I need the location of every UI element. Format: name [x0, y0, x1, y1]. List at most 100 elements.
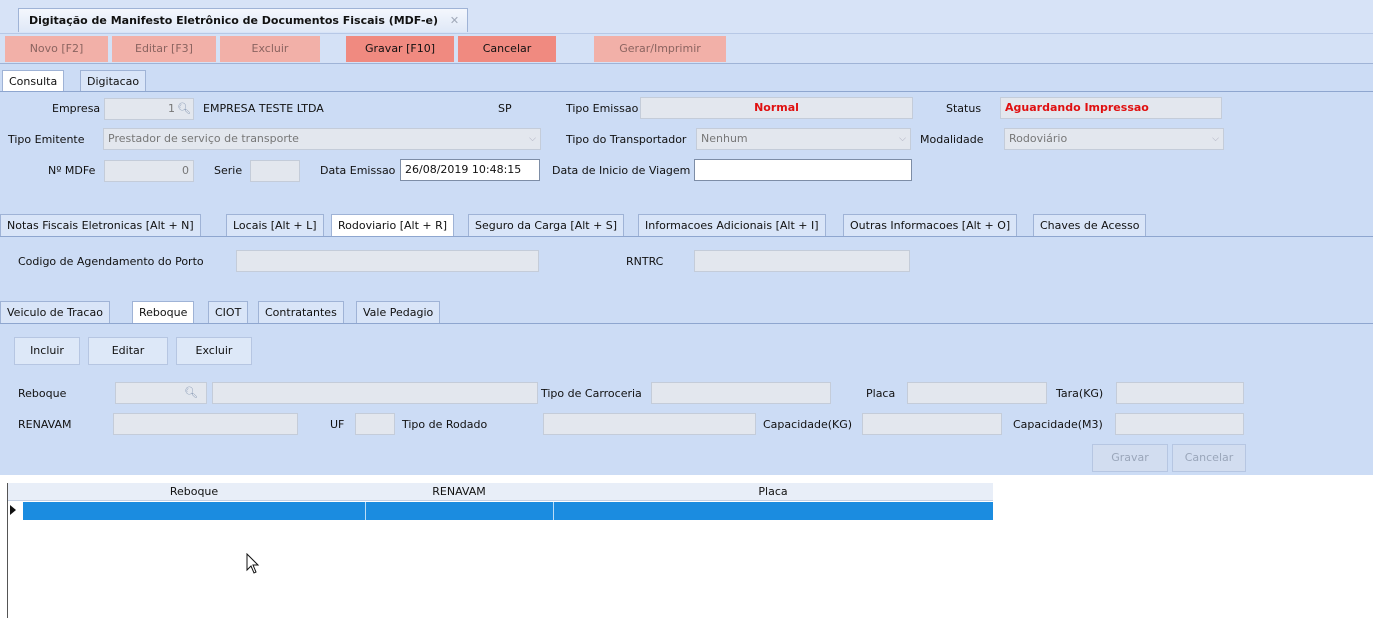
modalidade-select[interactable]: Rodoviário ⌵	[1004, 128, 1224, 150]
tipo-emissao-value: Normal	[754, 101, 799, 114]
chevron-down-icon: ⌵	[1212, 134, 1219, 144]
tab-veiculo-tracao[interactable]: Veiculo de Tracao	[0, 301, 110, 323]
placa-label: Placa	[866, 387, 896, 400]
incluir-button[interactable]: Incluir	[14, 337, 80, 365]
status-label: Status	[946, 102, 982, 115]
reboque-label: Reboque	[18, 387, 67, 400]
tara-field[interactable]	[1116, 382, 1244, 404]
tipo-carroceria-label: Tipo de Carroceria	[541, 387, 642, 400]
lookup-icon[interactable]: 🔍︎	[177, 102, 191, 116]
tab-contratantes[interactable]: Contratantes	[258, 301, 344, 323]
tipo-carroceria-field[interactable]	[651, 382, 831, 404]
reboque-gravar-button[interactable]: Gravar	[1092, 444, 1168, 472]
renavam-label: RENAVAM	[18, 418, 72, 431]
grid-left-border	[7, 483, 8, 618]
reboque-cancelar-button[interactable]: Cancelar	[1172, 444, 1246, 472]
cell-divider	[553, 502, 554, 520]
document-tab[interactable]: Digitação de Manifesto Eletrônico de Doc…	[18, 8, 468, 32]
tab-consulta[interactable]: Consulta	[2, 70, 65, 92]
empresa-name: EMPRESA TESTE LTDA	[203, 102, 324, 115]
tab-rodoviario[interactable]: Rodoviario [Alt + R]	[331, 214, 455, 236]
capacidade-m3-label: Capacidade(M3)	[1013, 418, 1103, 431]
tipo-transportador-value: Nenhum	[701, 132, 748, 145]
reboque-description-field[interactable]	[212, 382, 538, 404]
rntrc-label: RNTRC	[626, 255, 664, 268]
empresa-uf: SP	[498, 102, 512, 115]
excluir-button[interactable]: Excluir	[176, 337, 252, 365]
tipo-emitente-value: Prestador de serviço de transporte	[108, 132, 299, 145]
tab-outras-informacoes[interactable]: Outras Informacoes [Alt + O]	[843, 214, 1018, 236]
capacidade-kg-label: Capacidade(KG)	[763, 418, 853, 431]
document-tab-title: Digitação de Manifesto Eletrônico de Doc…	[29, 14, 439, 27]
capacidade-m3-field[interactable]	[1115, 413, 1244, 435]
tipo-transportador-select[interactable]: Nenhum ⌵	[696, 128, 911, 150]
capacidade-kg-field[interactable]	[862, 413, 1002, 435]
main-tabs-divider	[0, 91, 1373, 92]
edit-button[interactable]: Editar [F3]	[112, 36, 216, 62]
column-header-reboque[interactable]: Reboque	[23, 483, 365, 501]
nmdfe-label: Nº MDFe	[48, 164, 96, 177]
empresa-code-value: 1	[168, 102, 175, 115]
tipo-emitente-select[interactable]: Prestador de serviço de transporte ⌵	[103, 128, 541, 150]
nmdfe-field[interactable]: 0	[104, 160, 194, 182]
tara-label: Tara(KG)	[1056, 387, 1104, 400]
table-row[interactable]	[23, 502, 993, 520]
lookup-icon[interactable]: 🔍︎	[184, 386, 198, 400]
tab-notas-fiscais[interactable]: Notas Fiscais Eletronicas [Alt + N]	[0, 214, 201, 236]
rntrc-field[interactable]	[694, 250, 910, 272]
data-inicio-label: Data de Inicio de Viagem	[552, 164, 691, 177]
empresa-label: Empresa	[52, 102, 101, 115]
save-button[interactable]: Gravar [F10]	[346, 36, 454, 62]
cancel-button[interactable]: Cancelar	[458, 36, 556, 62]
status-value: Aguardando Impressao	[1005, 101, 1149, 114]
generate-print-button[interactable]: Gerar/Imprimir	[594, 36, 726, 62]
empresa-code-field[interactable]: 1 🔍︎	[104, 98, 194, 120]
tab-vale-pedagio[interactable]: Vale Pedagio	[356, 301, 441, 323]
document-tab-strip: Digitação de Manifesto Eletrônico de Doc…	[0, 0, 1373, 34]
tipo-transportador-label: Tipo do Transportador	[566, 133, 687, 146]
chevron-down-icon: ⌵	[899, 134, 906, 144]
column-header-placa[interactable]: Placa	[553, 483, 993, 501]
data-emissao-label: Data Emissao	[320, 164, 396, 177]
close-icon[interactable]: ✕	[450, 14, 459, 27]
tipo-emissao-field: Normal	[640, 97, 913, 119]
editar-button[interactable]: Editar	[88, 337, 168, 365]
tab-informacoes-adicionais[interactable]: Informacoes Adicionais [Alt + I]	[638, 214, 826, 236]
cell-divider	[365, 502, 366, 520]
tab-reboque[interactable]: Reboque	[132, 301, 195, 323]
tab-digitacao[interactable]: Digitacao	[80, 70, 147, 92]
grid-header: Reboque RENAVAM Placa	[8, 483, 993, 501]
section-tabs-divider	[0, 236, 1373, 237]
tipo-emissao-label: Tipo Emissao	[566, 102, 639, 115]
data-inicio-field[interactable]	[694, 159, 912, 181]
tab-seguro-carga[interactable]: Seguro da Carga [Alt + S]	[468, 214, 625, 236]
uf-field[interactable]	[355, 413, 395, 435]
vehicle-tabs-divider	[0, 323, 1373, 324]
section-tabs: Notas Fiscais Eletronicas [Alt + N] Loca…	[0, 214, 1373, 236]
agendamento-label: Codigo de Agendamento do Porto	[18, 255, 204, 268]
status-field: Aguardando Impressao	[1000, 97, 1222, 119]
uf-label: UF	[330, 418, 345, 431]
chevron-down-icon: ⌵	[529, 134, 536, 144]
modalidade-label: Modalidade	[920, 133, 984, 146]
serie-field[interactable]	[250, 160, 300, 182]
tab-locais[interactable]: Locais [Alt + L]	[226, 214, 324, 236]
new-button[interactable]: Novo [F2]	[5, 36, 108, 62]
tab-ciot[interactable]: CIOT	[208, 301, 249, 323]
renavam-field[interactable]	[113, 413, 298, 435]
tab-chaves-acesso[interactable]: Chaves de Acesso	[1033, 214, 1147, 236]
tipo-emitente-label: Tipo Emitente	[8, 133, 85, 146]
delete-button[interactable]: Excluir	[220, 36, 320, 62]
data-emissao-field[interactable]: 26/08/2019 10:48:15	[400, 159, 540, 181]
placa-field[interactable]	[907, 382, 1047, 404]
tipo-rodado-label: Tipo de Rodado	[402, 418, 488, 431]
agendamento-field[interactable]	[236, 250, 539, 272]
row-indicator-icon	[10, 505, 16, 515]
tipo-rodado-field[interactable]	[543, 413, 756, 435]
column-header-renavam[interactable]: RENAVAM	[365, 483, 553, 501]
serie-label: Serie	[214, 164, 243, 177]
vehicle-tabs: Veiculo de Tracao Reboque CIOT Contratan…	[0, 301, 1373, 323]
modalidade-value: Rodoviário	[1009, 132, 1068, 145]
toolbar: Novo [F2] Editar [F3] Excluir Gravar [F1…	[0, 34, 1373, 64]
reboque-code-field[interactable]: 🔍︎	[115, 382, 207, 404]
